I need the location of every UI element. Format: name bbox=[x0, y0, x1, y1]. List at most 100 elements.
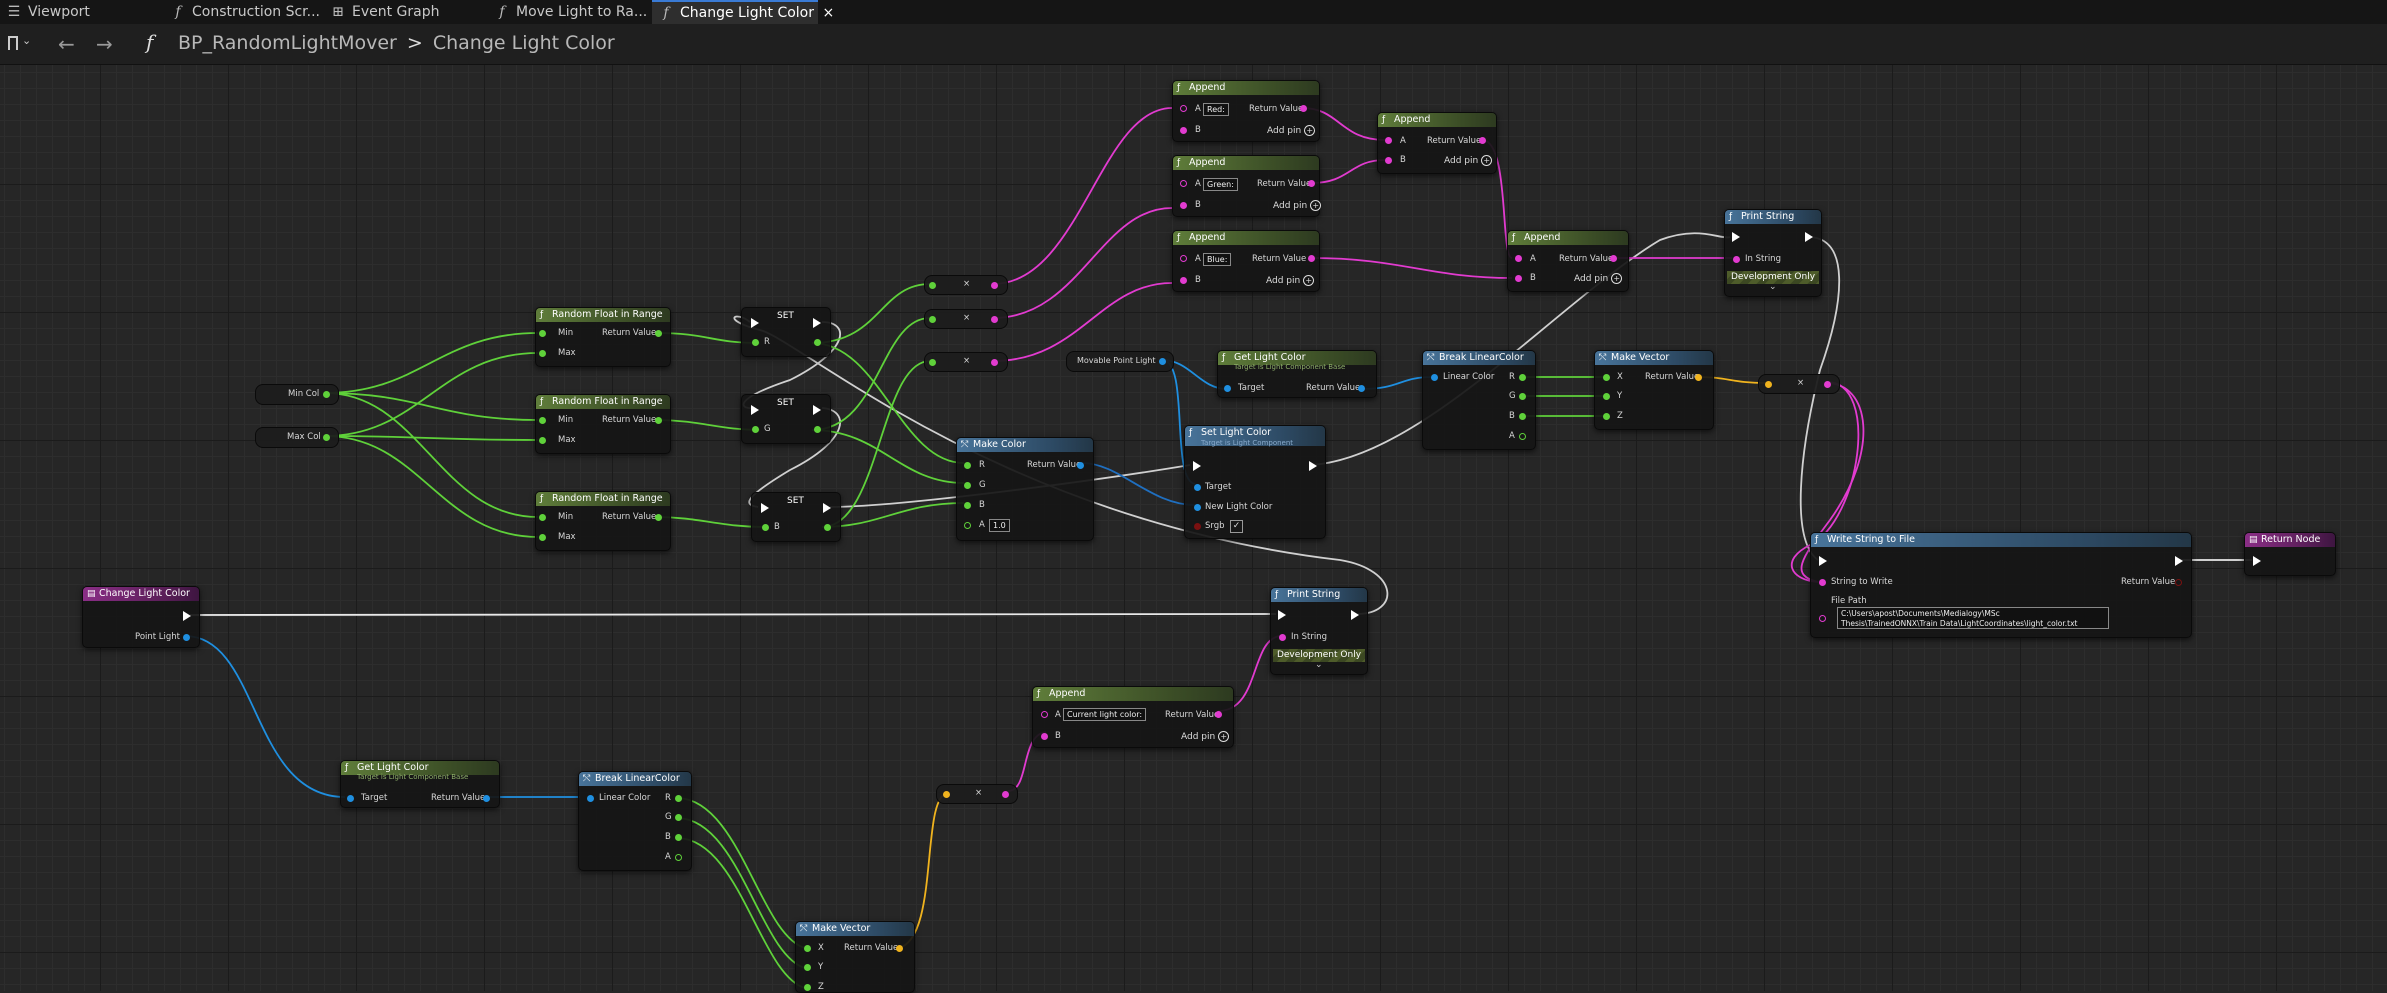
tab-construction-script[interactable]: f Construction Scr... bbox=[170, 0, 320, 24]
add-pin-button[interactable]: Add pin + bbox=[1574, 273, 1623, 284]
print-string-node[interactable]: ƒ Print String In String Development Only… bbox=[1724, 209, 1822, 297]
max-col-output-pin[interactable] bbox=[323, 434, 330, 441]
add-pin-button[interactable]: Add pin + bbox=[1181, 731, 1230, 742]
tab-viewport[interactable]: ☰ Viewport bbox=[0, 0, 156, 24]
tab-event-graph[interactable]: ⊞ Event Graph bbox=[330, 0, 480, 24]
blue-label-field[interactable]: Blue: bbox=[1203, 253, 1232, 266]
tab-bar: ☰ Viewport f Construction Scr... ⊞ Event Gr… bbox=[0, 0, 2387, 24]
break-linear-color-node[interactable]: ⤲ Break LinearColor Linear Color R G B A bbox=[1422, 350, 1536, 450]
plus-icon: + bbox=[1218, 731, 1230, 742]
alpha-value-field[interactable]: 1.0 bbox=[989, 519, 1010, 532]
print-string-node[interactable]: ƒ Print String In String Development Only… bbox=[1270, 587, 1368, 675]
add-pin-button[interactable]: Add pin + bbox=[1267, 125, 1316, 136]
chevron-down-icon[interactable]: ⌄ bbox=[1315, 660, 1323, 670]
get-light-color-node[interactable]: ƒ Get Light Color Target is Light Compone… bbox=[1217, 350, 1377, 398]
exec-in-pin[interactable] bbox=[2253, 556, 2261, 566]
function-icon: ƒ bbox=[1512, 233, 1516, 243]
close-icon[interactable]: × bbox=[822, 5, 834, 21]
function-icon: ⤲ bbox=[961, 440, 969, 450]
max-col-variable[interactable]: Max Col bbox=[255, 427, 339, 448]
get-light-color-node[interactable]: ƒ Get Light Color Target is Light Compone… bbox=[340, 760, 500, 808]
exec-in-pin[interactable] bbox=[1732, 232, 1740, 242]
function-icon: ƒ bbox=[1222, 353, 1226, 363]
exec-in-pin[interactable] bbox=[751, 405, 759, 415]
random-float-in-range-node[interactable]: ƒ Random Float in Range Min Max Return Va… bbox=[535, 491, 671, 551]
file-path-field[interactable]: C:\Users\apost\Documents\Medialogy\MSc T… bbox=[1837, 607, 2109, 629]
srgb-checkbox[interactable]: ✓ bbox=[1230, 520, 1243, 533]
set-b-node[interactable]: SET B bbox=[751, 492, 841, 542]
add-pin-button[interactable]: Add pin + bbox=[1266, 275, 1315, 286]
green-label-field[interactable]: Green: bbox=[1203, 178, 1238, 191]
exec-out-pin[interactable] bbox=[823, 503, 831, 513]
function-icon: ƒ bbox=[540, 494, 544, 504]
exec-out-pin[interactable] bbox=[813, 318, 821, 328]
set-light-color-node[interactable]: ƒ Set Light Color Target is Light Compone… bbox=[1184, 425, 1326, 539]
function-icon: f bbox=[175, 4, 181, 20]
multiply-node[interactable]: × bbox=[924, 309, 1008, 329]
make-vector-node[interactable]: ⤲ Make Vector X Y Z Return Value bbox=[795, 921, 915, 993]
min-col-variable[interactable]: Min Col bbox=[255, 384, 339, 405]
exec-in-pin[interactable] bbox=[761, 503, 769, 513]
random-float-in-range-node[interactable]: ƒ Random Float in Range Min Max Return Va… bbox=[535, 394, 671, 454]
breadcrumb-function[interactable]: Change Light Color bbox=[433, 32, 615, 54]
tab-move-light[interactable]: f Move Light to Ra... bbox=[494, 0, 647, 24]
random-float-in-range-node[interactable]: ƒ Random Float in Range Min Max Return Va… bbox=[535, 307, 671, 367]
exec-out-pin[interactable] bbox=[813, 405, 821, 415]
chevron-down-icon[interactable]: ⌄ bbox=[1769, 282, 1777, 292]
bookmark-icon[interactable] bbox=[8, 36, 18, 50]
add-pin-button[interactable]: Add pin + bbox=[1273, 200, 1322, 211]
breadcrumb-separator: > bbox=[406, 32, 423, 54]
append-node[interactable]: ƒ Append A B Return Value Add pin + bbox=[1377, 112, 1497, 174]
exec-in-pin[interactable] bbox=[1819, 556, 1827, 566]
exec-in-pin[interactable] bbox=[751, 318, 759, 328]
exec-out-pin[interactable] bbox=[1805, 232, 1813, 242]
append-blue-node[interactable]: ƒ Append A Blue: B Return Value Add pin + bbox=[1172, 230, 1320, 292]
function-icon: ƒ bbox=[345, 763, 349, 773]
make-color-node[interactable]: ⤲ Make Color R G B A 1.0 Return Value bbox=[956, 437, 1094, 541]
make-vector-node[interactable]: ⤲ Make Vector X Y Z Return Value bbox=[1594, 350, 1714, 430]
red-label-field[interactable]: Red: bbox=[1203, 103, 1229, 116]
exec-out-pin[interactable] bbox=[183, 611, 191, 621]
function-icon: ▤ bbox=[87, 589, 96, 599]
function-icon: ƒ bbox=[1382, 115, 1386, 125]
min-col-output-pin[interactable] bbox=[323, 391, 330, 398]
viewport-icon: ☰ bbox=[7, 4, 21, 20]
exec-in-pin[interactable] bbox=[1278, 610, 1286, 620]
forward-arrow-icon[interactable]: → bbox=[96, 32, 113, 56]
function-icon: f bbox=[663, 5, 669, 21]
append-current-light-color-node[interactable]: ƒ Append A Current light color: B Return … bbox=[1032, 686, 1234, 748]
plus-icon: + bbox=[1611, 273, 1623, 284]
function-icon: ƒ bbox=[540, 310, 544, 320]
append-red-node[interactable]: ƒ Append A Red: B Return Value Add pin + bbox=[1172, 80, 1320, 142]
plus-icon: + bbox=[1310, 200, 1322, 211]
add-pin-button[interactable]: Add pin + bbox=[1444, 155, 1493, 166]
break-linear-color-node[interactable]: ⤲ Break LinearColor Linear Color R G B A bbox=[578, 771, 692, 871]
function-icon: f bbox=[146, 30, 154, 54]
breadcrumb-blueprint[interactable]: BP_RandomLightMover bbox=[178, 32, 397, 54]
append-green-node[interactable]: ƒ Append A Green: B Return Value Add pin + bbox=[1172, 155, 1322, 217]
tab-change-light-color[interactable]: f Change Light Color × bbox=[652, 0, 834, 24]
function-entry-node[interactable]: ▤ Change Light Color Point Light bbox=[82, 586, 200, 648]
movable-point-light-variable[interactable]: Movable Point Light bbox=[1066, 351, 1174, 372]
exec-out-pin[interactable] bbox=[1309, 461, 1317, 471]
function-icon: ▤ bbox=[2249, 535, 2258, 545]
vector-to-string-node[interactable]: × bbox=[1758, 374, 1840, 394]
return-node[interactable]: ▤ Return Node bbox=[2244, 532, 2336, 576]
chevron-down-icon[interactable]: ⌄ bbox=[22, 34, 31, 47]
set-g-node[interactable]: SET G bbox=[741, 394, 831, 444]
exec-out-pin[interactable] bbox=[2175, 556, 2183, 566]
multiply-node[interactable]: × bbox=[924, 275, 1008, 295]
back-arrow-icon[interactable]: ← bbox=[58, 32, 75, 56]
vector-to-string-node[interactable]: × bbox=[936, 784, 1018, 804]
multiply-node[interactable]: × bbox=[924, 352, 1008, 372]
append-node[interactable]: ƒ Append A B Return Value Add pin + bbox=[1507, 230, 1629, 292]
function-icon: ƒ bbox=[1815, 535, 1819, 545]
exec-in-pin[interactable] bbox=[1193, 461, 1201, 471]
write-string-to-file-node[interactable]: ƒ Write String to File String to Write Re… bbox=[1810, 532, 2192, 638]
function-icon: ƒ bbox=[1729, 212, 1733, 222]
exec-out-pin[interactable] bbox=[1351, 610, 1359, 620]
function-icon: ⤲ bbox=[800, 924, 808, 934]
function-icon: ƒ bbox=[1177, 233, 1181, 243]
set-r-node[interactable]: SET R bbox=[741, 307, 831, 357]
current-light-color-field[interactable]: Current light color: bbox=[1063, 708, 1147, 721]
